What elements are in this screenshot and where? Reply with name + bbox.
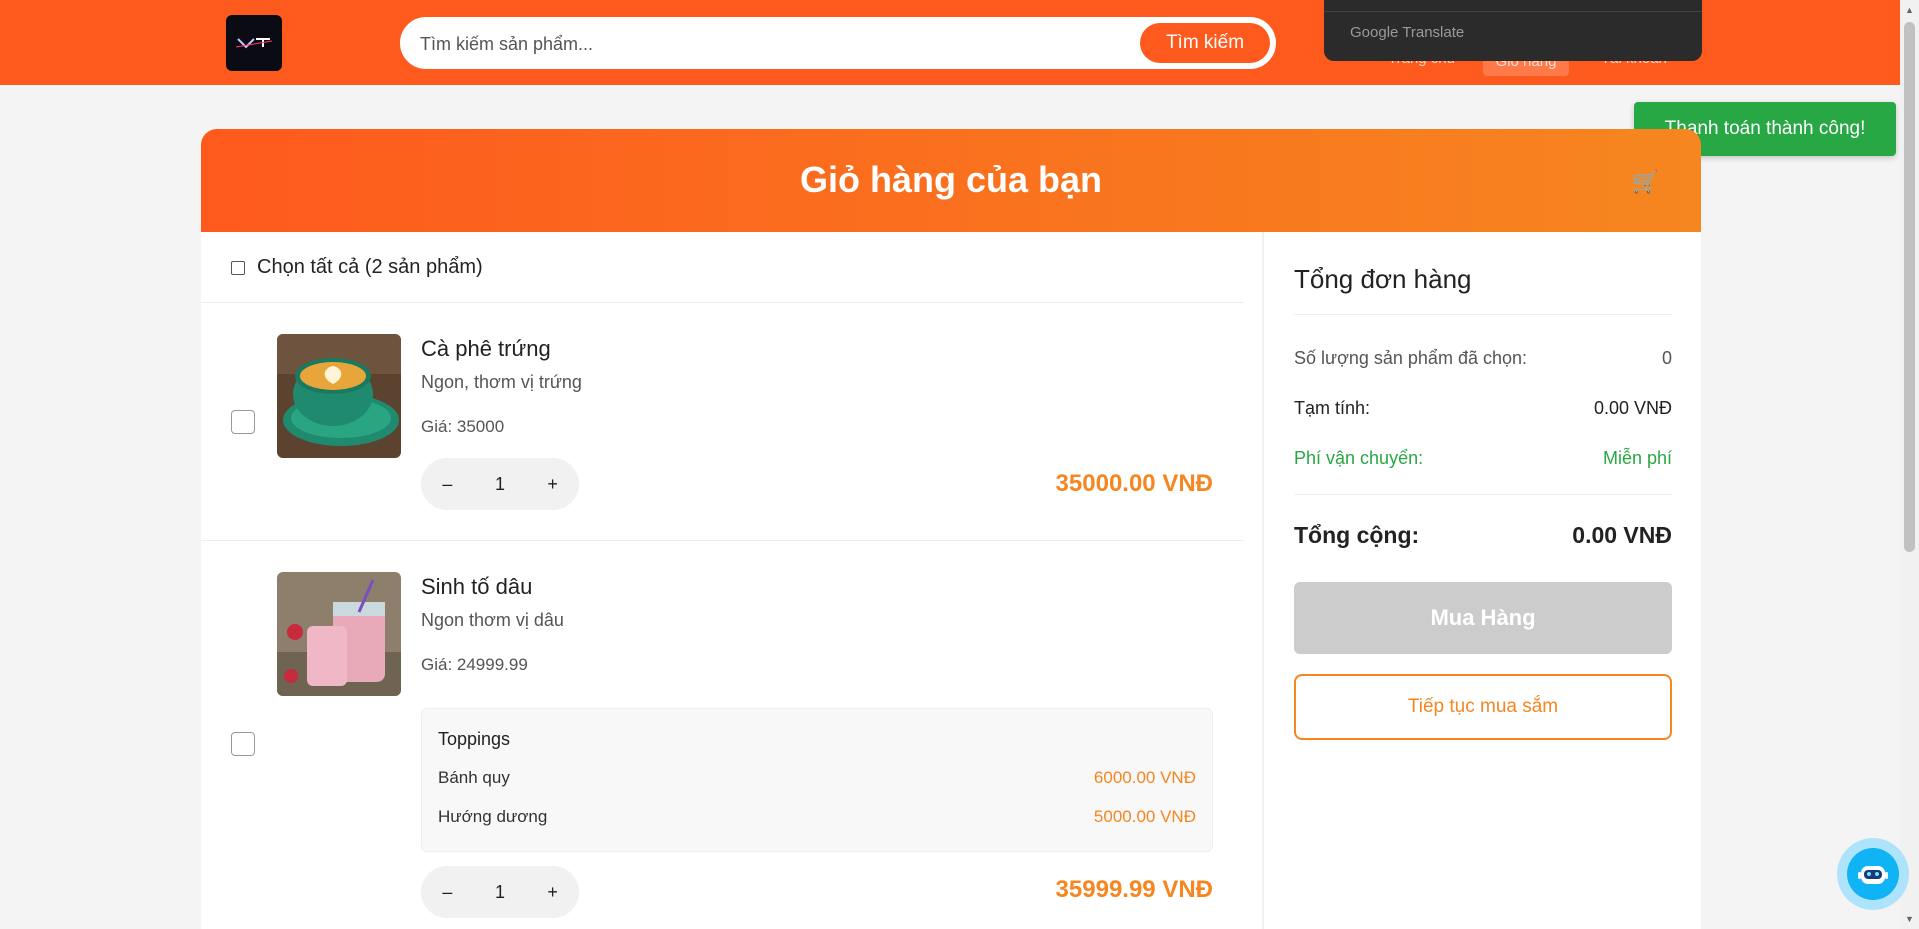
divider bbox=[1324, 11, 1702, 12]
increase-button[interactable]: + bbox=[533, 474, 573, 495]
product-name: Sinh tố dâu bbox=[421, 574, 533, 599]
scroll-thumb[interactable] bbox=[1904, 22, 1915, 552]
cart-header: Giỏ hàng của bạn 🛒 bbox=[201, 129, 1701, 232]
item-total: 35000.00 VNĐ bbox=[1055, 470, 1213, 497]
total-value: 0.00 VNĐ bbox=[1572, 522, 1672, 548]
quantity-value: 1 bbox=[494, 881, 505, 902]
topping-price: 6000.00 VNĐ bbox=[1093, 768, 1196, 787]
buy-button[interactable]: Mua Hàng bbox=[1294, 582, 1672, 654]
product-image bbox=[277, 334, 401, 458]
divider bbox=[201, 540, 1244, 541]
selected-count-row: Số lượng sản phẩm đã chọn: 0 bbox=[1294, 348, 1672, 372]
product-description: Ngon thơm vị dâu bbox=[421, 610, 564, 630]
shipping-value: Miễn phí bbox=[1602, 448, 1672, 468]
select-all-label: Chọn tất cả (2 sản phẩm) bbox=[257, 256, 483, 278]
topping-name: Hướng dương bbox=[438, 807, 548, 826]
cart-items-panel: Chọn tất cả (2 sản phẩm) Cà phê trứng Ng… bbox=[201, 232, 1262, 929]
divider bbox=[1294, 494, 1672, 495]
scroll-down-arrow[interactable]: ▼ bbox=[1904, 913, 1915, 925]
select-all-checkbox[interactable] bbox=[231, 260, 245, 275]
subtotal-value: 0.00 VNĐ bbox=[1593, 398, 1672, 418]
scroll-up-arrow[interactable]: ▲ bbox=[1904, 4, 1915, 16]
page-title: Giỏ hàng của bạn bbox=[799, 159, 1103, 200]
selected-count-label: Số lượng sản phẩm đã chọn: bbox=[1294, 348, 1527, 368]
product-price: Giá: 35000 bbox=[421, 417, 505, 436]
item-checkbox[interactable] bbox=[231, 732, 255, 756]
shipping-row: Phí vận chuyển: Miễn phí bbox=[1294, 448, 1672, 472]
order-summary-panel: Tổng đơn hàng Số lượng sản phẩm đã chọn:… bbox=[1263, 232, 1701, 929]
topping-name: Bánh quy bbox=[438, 768, 510, 787]
continue-shopping-button[interactable]: Tiếp tục mua sắm bbox=[1294, 674, 1672, 740]
topping-row: Bánh quy 6000.00 VNĐ bbox=[438, 768, 1196, 790]
product-description: Ngon, thơm vị trứng bbox=[421, 372, 582, 392]
google-translate-popup: Google Translate bbox=[1324, 0, 1702, 61]
scrollbar[interactable]: ▲ ▼ bbox=[1900, 0, 1919, 929]
search-button[interactable]: Tìm kiếm bbox=[1140, 23, 1270, 63]
quantity-value: 1 bbox=[494, 473, 505, 494]
topping-price: 5000.00 VNĐ bbox=[1093, 807, 1196, 826]
total-label: Tổng cộng: bbox=[1294, 522, 1420, 548]
cart-icon: 🛒 bbox=[1631, 169, 1659, 194]
toppings-title: Toppings bbox=[438, 729, 511, 749]
total-row: Tổng cộng: 0.00 VNĐ bbox=[1294, 522, 1672, 554]
product-price: Giá: 24999.99 bbox=[421, 655, 528, 674]
quantity-stepper: – 1 + bbox=[421, 458, 579, 510]
logo-icon bbox=[235, 38, 273, 49]
logo[interactable] bbox=[226, 15, 282, 71]
divider bbox=[1294, 314, 1672, 315]
divider bbox=[201, 302, 1244, 303]
search-bar: Tìm kiếm bbox=[400, 17, 1276, 69]
item-checkbox[interactable] bbox=[231, 410, 255, 434]
product-name: Cà phê trứng bbox=[421, 336, 551, 361]
subtotal-row: Tạm tính: 0.00 VNĐ bbox=[1294, 398, 1672, 422]
summary-title: Tổng đơn hàng bbox=[1294, 264, 1472, 294]
topping-row: Hướng dương 5000.00 VNĐ bbox=[438, 807, 1196, 829]
search-input[interactable] bbox=[420, 31, 1120, 57]
quantity-stepper: – 1 + bbox=[421, 866, 579, 918]
toppings-box: Toppings Bánh quy 6000.00 VNĐ Hướng dươn… bbox=[421, 708, 1213, 852]
product-image bbox=[277, 572, 401, 696]
chatbot-button[interactable] bbox=[1837, 838, 1909, 910]
subtotal-label: Tạm tính: bbox=[1294, 398, 1371, 418]
shipping-label: Phí vận chuyển: bbox=[1294, 448, 1424, 468]
select-all[interactable]: Chọn tất cả (2 sản phẩm) bbox=[231, 256, 483, 279]
item-total: 35999.99 VNĐ bbox=[1055, 876, 1213, 903]
decrease-button[interactable]: – bbox=[427, 474, 467, 495]
translate-label: Google Translate bbox=[1350, 24, 1465, 41]
selected-count-value: 0 bbox=[1661, 348, 1672, 368]
decrease-button[interactable]: – bbox=[427, 882, 467, 903]
robot-icon bbox=[1847, 848, 1899, 900]
increase-button[interactable]: + bbox=[533, 882, 573, 903]
